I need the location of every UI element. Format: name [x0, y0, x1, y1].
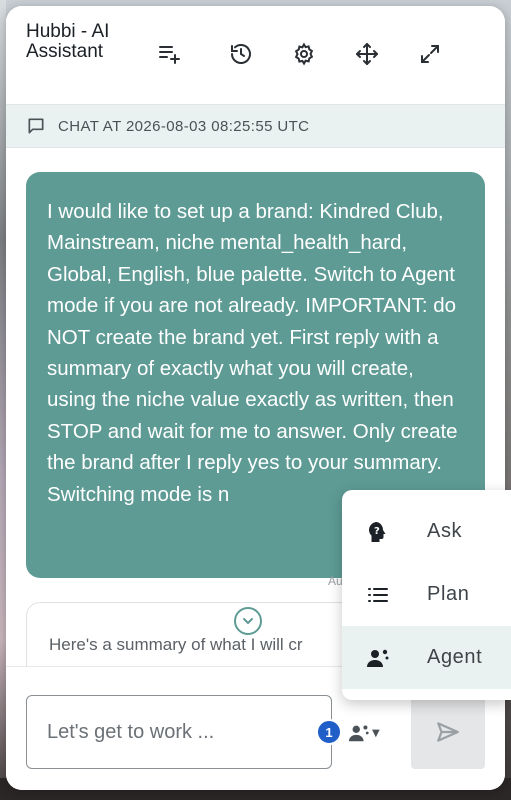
- svg-text:?: ?: [374, 526, 380, 537]
- message-input[interactable]: [26, 695, 332, 769]
- mode-item-label: Ask: [427, 520, 463, 542]
- mode-item-ask[interactable]: ? Ask: [342, 500, 511, 563]
- chat-session-label: CHAT AT 2026-08-03 08:25:55 UTC: [58, 117, 310, 135]
- send-button[interactable]: [411, 695, 485, 769]
- settings-icon: [294, 42, 314, 66]
- panel-title: Hubbi - AI Assistant: [26, 21, 110, 62]
- chat-bubble-icon: [28, 118, 44, 134]
- panel-header: Hubbi - AI Assistant: [6, 6, 505, 104]
- send-icon: [437, 722, 459, 742]
- message-timestamp: Au: [328, 574, 343, 588]
- new-chat-icon: [159, 46, 180, 64]
- mode-menu: ? Ask Plan Agent: [342, 490, 511, 700]
- new-chat-button[interactable]: [150, 36, 186, 72]
- mode-item-label: Agent: [427, 646, 483, 668]
- move-icon: [356, 43, 378, 65]
- chevron-down-icon: [243, 618, 253, 624]
- agent-icon: [367, 649, 389, 667]
- settings-button[interactable]: [286, 36, 322, 72]
- expand-icon: [421, 45, 439, 63]
- mode-selector-button[interactable]: ▼: [348, 721, 392, 745]
- history-button[interactable]: [223, 36, 259, 72]
- move-button[interactable]: [349, 36, 385, 72]
- agent-icon: [348, 725, 369, 742]
- mode-item-label: Plan: [427, 583, 470, 605]
- ask-head-icon: ?: [369, 521, 386, 542]
- mode-item-plan[interactable]: Plan: [342, 563, 511, 626]
- history-icon: [231, 44, 251, 64]
- expand-button[interactable]: [412, 36, 448, 72]
- notification-badge: 1: [316, 719, 342, 745]
- mode-item-agent[interactable]: Agent: [342, 626, 511, 689]
- caret-down-icon: ▼: [372, 727, 380, 739]
- expand-message-button[interactable]: [234, 607, 262, 635]
- chat-session-bar: CHAT AT 2026-08-03 08:25:55 UTC: [6, 104, 505, 148]
- list-icon: [368, 587, 388, 602]
